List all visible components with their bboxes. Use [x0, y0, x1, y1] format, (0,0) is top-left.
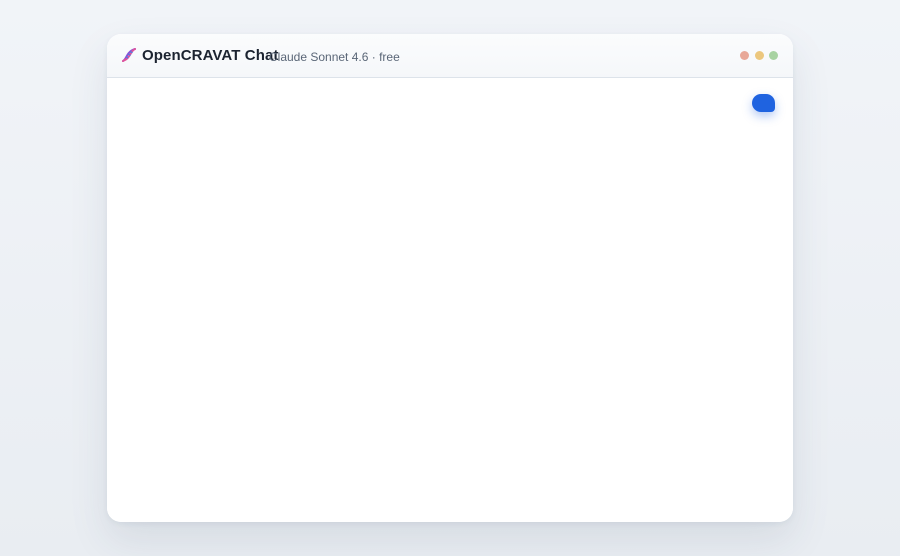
- chat-content-area: [107, 78, 793, 522]
- chat-bubble-button[interactable]: [752, 94, 775, 112]
- minimize-window-button[interactable]: [755, 51, 764, 60]
- app-window: OpenCRAVAT Chat Claude Sonnet 4.6 · free: [107, 34, 793, 522]
- app-title: OpenCRAVAT Chat: [142, 47, 279, 64]
- close-window-button[interactable]: [740, 51, 749, 60]
- title-bar: OpenCRAVAT Chat Claude Sonnet 4.6 · free: [107, 34, 793, 78]
- dna-icon: [120, 46, 138, 64]
- maximize-window-button[interactable]: [769, 51, 778, 60]
- model-label: Claude Sonnet 4.6 · free: [269, 50, 400, 64]
